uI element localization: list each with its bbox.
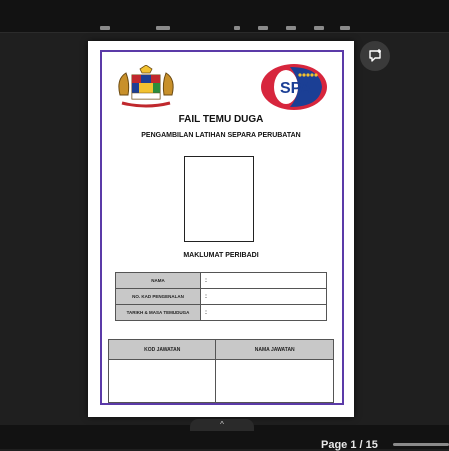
toolbar-icons [96,26,356,32]
section-title: MAKLUMAT PERIBADI [183,252,259,259]
toolbar-icon-5[interactable] [286,26,296,30]
info-label: TARIKH & MASA TEMUDUGA [115,304,201,321]
info-value: : [200,272,327,289]
toolbar-icon-6[interactable] [314,26,324,30]
malaysia-coat-of-arms-icon [118,65,174,108]
top-toolbar [0,0,449,33]
column-header-nama-jawatan: NAMA JAWATAN [215,339,334,360]
table-header-row: KOD JAWATAN NAMA JAWATAN [107,339,334,360]
info-label: NAMA [115,272,201,289]
table-row: NAMA : [115,272,327,289]
add-comment-button[interactable] [360,41,390,71]
expand-handle[interactable]: ^ [190,419,254,431]
column-header-kod-jawatan: KOD JAWATAN [107,339,217,360]
toolbar-icon-3[interactable] [234,26,240,30]
info-value: : [200,304,327,321]
add-comment-icon [369,49,381,62]
job-table: KOD JAWATAN NAMA JAWATAN [107,339,334,403]
toolbar-icon-2[interactable] [156,26,170,30]
info-label: NO. KAD PENGENALAN [115,288,201,305]
toolbar-icon-1[interactable] [100,26,110,30]
table-row: NO. KAD PENGENALAN : [115,288,327,305]
spa-logo-text: SPA [280,80,312,97]
table-cell [215,359,334,403]
table-row: TARIKH & MASA TEMUDUGA : [115,304,327,321]
toolbar-icon-7[interactable] [340,26,350,30]
zoom-slider[interactable] [393,443,449,446]
toolbar-icon-4[interactable] [258,26,268,30]
spa-logo-icon: SPA [261,64,327,110]
personal-info-table: NAMA : NO. KAD PENGENALAN : TARIKH & MAS… [115,272,327,321]
info-value: : [200,288,327,305]
document-page[interactable]: SPA FAIL TEMU DUGA PENGAMBILAN LATIHAN S… [88,41,354,417]
page-indicator: Page 1 / 15 [321,439,378,451]
table-cell [107,359,217,403]
photo-box [184,156,254,242]
document-title: FAIL TEMU DUGA [178,114,264,125]
document-subtitle: PENGAMBILAN LATIHAN SEPARA PERUBATAN [141,132,301,139]
table-row [107,359,334,403]
chevron-up-icon: ^ [220,420,224,429]
